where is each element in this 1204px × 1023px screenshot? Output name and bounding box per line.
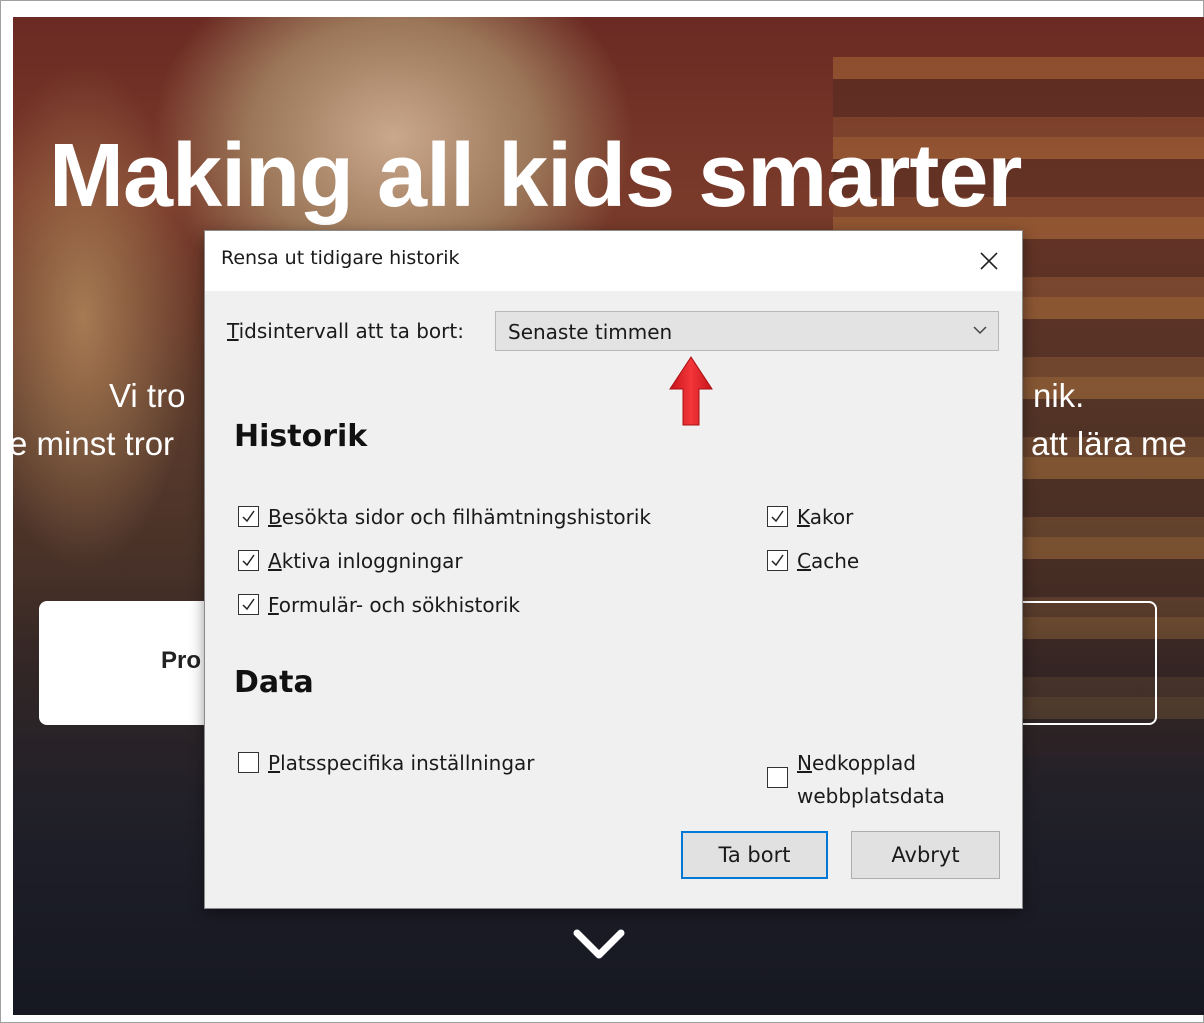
- time-range-selected: Senaste timmen: [508, 320, 673, 344]
- hero-text-line-2-right: att lära me: [1031, 425, 1187, 462]
- form-search-history-accel: F: [268, 593, 279, 617]
- hero-primary-button-label: Pro: [161, 647, 202, 674]
- checkmark-icon: [771, 510, 784, 523]
- cache-accel: C: [797, 549, 811, 573]
- time-range-select[interactable]: Senaste timmen: [495, 311, 999, 351]
- close-icon: [980, 252, 998, 270]
- time-range-label: Tidsintervall att ta bort:: [227, 319, 464, 343]
- cancel-button[interactable]: Avbryt: [851, 831, 1000, 879]
- visited-pages-checkbox[interactable]: [238, 506, 259, 527]
- visited-pages-accel: B: [268, 505, 282, 529]
- active-logins-text: ktiva inloggningar: [281, 549, 463, 573]
- chevron-down-icon: [973, 326, 987, 335]
- visited-pages-text: esökta sidor och filhämtningshistorik: [281, 505, 652, 529]
- cookies-label[interactable]: Kakor: [797, 505, 853, 529]
- hero-text-line-1-right: nik.: [1033, 377, 1085, 414]
- data-heading: Data: [234, 665, 314, 700]
- cookies-checkbox[interactable]: [767, 506, 788, 527]
- site-preferences-text: latsspecifika inställningar: [280, 751, 535, 775]
- checkmark-icon: [242, 598, 255, 611]
- hero-title: Making all kids smarter: [49, 126, 1022, 226]
- offline-website-data-label-line2[interactable]: webbplatsdata: [797, 784, 945, 808]
- site-preferences-accel: P: [268, 751, 281, 775]
- offline-website-data-label[interactable]: Nedkopplad: [797, 751, 916, 775]
- clear-history-dialog: Rensa ut tidigare historik Tidsintervall…: [205, 231, 1022, 908]
- offline-website-data-checkbox[interactable]: [767, 767, 788, 788]
- cache-text: ache: [810, 549, 860, 573]
- scroll-down-chevron-icon[interactable]: [569, 925, 629, 965]
- checkmark-icon: [242, 554, 255, 567]
- dialog-title: Rensa ut tidigare historik: [221, 247, 460, 269]
- active-logins-accel: A: [268, 549, 282, 573]
- form-search-history-text: ormulär- och sökhistorik: [278, 593, 520, 617]
- history-heading: Historik: [234, 419, 368, 454]
- close-button[interactable]: [965, 239, 1013, 283]
- cache-label[interactable]: Cache: [797, 549, 859, 573]
- time-range-label-accel: T: [227, 319, 239, 343]
- checkmark-icon: [771, 554, 784, 567]
- offline-website-data-accel: N: [797, 751, 812, 775]
- time-range-label-text: idsintervall att ta bort:: [238, 319, 464, 343]
- site-preferences-label[interactable]: Platsspecifika inställningar: [268, 751, 535, 775]
- cookies-text: akor: [809, 505, 854, 529]
- form-search-history-checkbox[interactable]: [238, 594, 259, 615]
- visited-pages-label[interactable]: Besökta sidor och filhämtningshistorik: [268, 505, 651, 529]
- cookies-accel: K: [797, 505, 810, 529]
- form-search-history-label[interactable]: Formulär- och sökhistorik: [268, 593, 520, 617]
- cache-checkbox[interactable]: [767, 550, 788, 571]
- delete-button[interactable]: Ta bort: [681, 831, 828, 879]
- checkmark-icon: [242, 510, 255, 523]
- active-logins-checkbox[interactable]: [238, 550, 259, 571]
- dialog-titlebar: Rensa ut tidigare historik: [205, 231, 1022, 291]
- hero-text-line-2-left: e minst tror: [13, 425, 175, 462]
- site-preferences-checkbox[interactable]: [238, 752, 259, 773]
- offline-website-data-text: edkopplad: [811, 751, 916, 775]
- hero-text-line-1-left: Vi tro: [109, 377, 186, 414]
- red-arrow-up-icon: [669, 356, 713, 426]
- active-logins-label[interactable]: Aktiva inloggningar: [268, 549, 463, 573]
